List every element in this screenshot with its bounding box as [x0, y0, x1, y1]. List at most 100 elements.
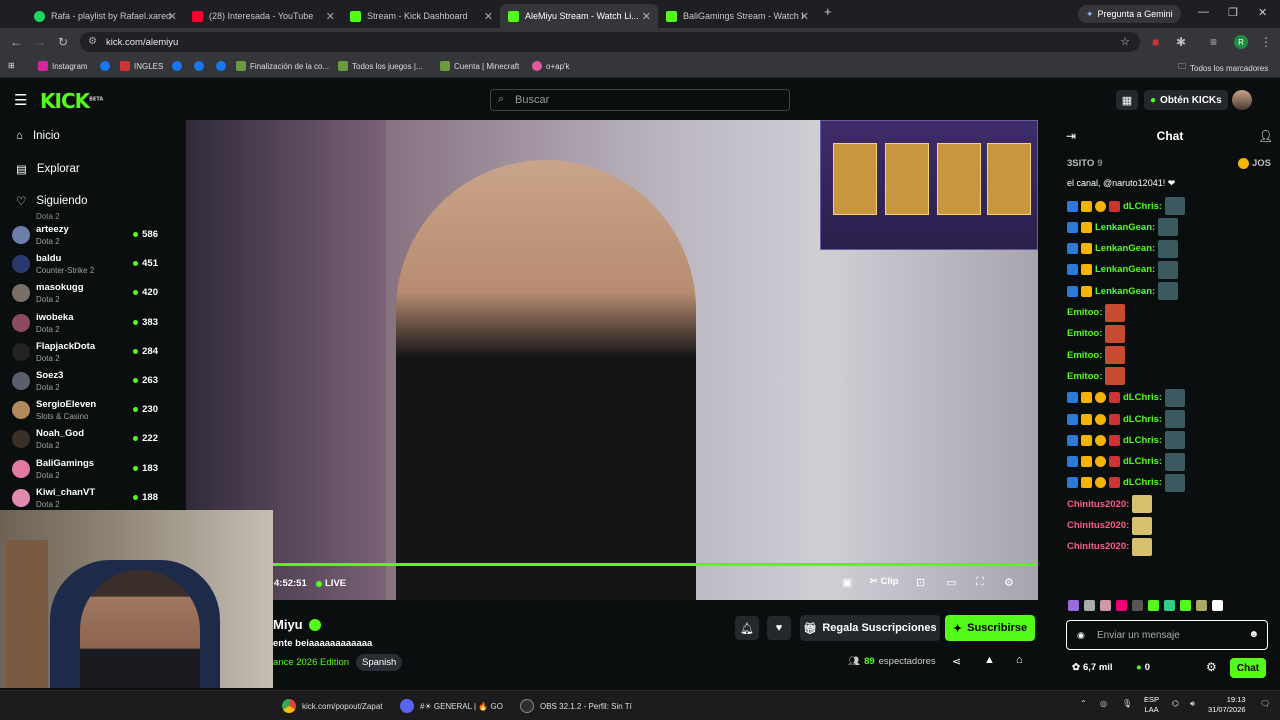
chat-username[interactable]: Emitoo:	[1067, 350, 1102, 361]
sidebar-channel[interactable]: FlapjackDota Dota 2 284	[10, 338, 170, 367]
bookmark-star-icon[interactable]: ☆	[1120, 35, 1130, 48]
close-icon[interactable]: ✕	[800, 10, 809, 23]
chat-username[interactable]: Chinitus2020:	[1067, 499, 1129, 510]
chat-username[interactable]: LenkanGean:	[1095, 264, 1155, 275]
gift-subs-button[interactable]: 🎁︎ Regala Suscripciones	[800, 615, 940, 641]
chat-message[interactable]: Chinitus2020:	[1067, 537, 1153, 556]
emoji-icon[interactable]: ☻	[1248, 629, 1259, 640]
sidebar-channel[interactable]: iwobeka Dota 2 383	[10, 309, 170, 338]
subscribe-button[interactable]: ✦ Suscribirse	[945, 615, 1035, 641]
emote-icon[interactable]	[1084, 600, 1095, 611]
chat-username[interactable]: LenkanGean:	[1095, 243, 1155, 254]
sidebar-channel[interactable]: SergioEleven Slots & Casino 230	[10, 396, 170, 425]
chat-message[interactable]: Chinitus2020:	[1067, 495, 1153, 514]
close-icon[interactable]: ✕	[484, 10, 493, 23]
bookmark-todos-juegos[interactable]: Todos los juegos |...	[338, 61, 423, 71]
chat-message[interactable]: LenkanGean:	[1067, 282, 1179, 301]
reload-icon[interactable]: ↻	[58, 35, 68, 49]
new-tab-icon[interactable]: +	[824, 4, 832, 19]
chat-username[interactable]: dLChris:	[1123, 414, 1162, 425]
sidebar-channel[interactable]: arteezy Dota 2 586	[10, 221, 170, 250]
apps-icon[interactable]: ⊞	[8, 61, 15, 70]
chat-username[interactable]: dLChris:	[1123, 456, 1162, 467]
chat-username[interactable]: Chinitus2020:	[1067, 520, 1129, 531]
clip-button[interactable]: ✂ Clip	[870, 576, 899, 587]
report-icon[interactable]: ▲	[984, 654, 995, 666]
sidebar-channel[interactable]: Noah_God Dota 2 222	[10, 425, 170, 454]
nav-explore[interactable]: ▤ Explorar	[16, 162, 80, 176]
chat-badge-icon[interactable]: ◉	[1077, 630, 1085, 641]
extensions-puzzle-icon[interactable]: ✱	[1176, 35, 1186, 49]
live-progress-bar[interactable]	[272, 563, 1038, 566]
captions-icon[interactable]: ⊡	[916, 576, 925, 589]
tab-baligamings[interactable]: BaliGamings Stream - Watch Li... ✕	[658, 4, 816, 28]
chat-message[interactable]: Emitoo:	[1067, 303, 1126, 322]
sidebar-channel[interactable]: Kiwi_chanVT Dota 2 188	[10, 484, 170, 513]
emote-icon[interactable]	[1212, 600, 1223, 611]
sidebar-channel[interactable]: Soez3 Dota 2 263	[10, 367, 170, 396]
settings-gear-icon[interactable]: ⚙	[1004, 576, 1014, 589]
chat-username[interactable]: LenkanGean:	[1095, 286, 1155, 297]
chat-send-button[interactable]: Chat	[1230, 658, 1266, 678]
language-indicator[interactable]: ESP LAA	[1144, 695, 1159, 715]
chat-message[interactable]: Chinitus2020:	[1067, 516, 1153, 535]
url-input[interactable]: ⚙ kick.com/alemiyu ☆	[80, 32, 1140, 52]
get-kicks-button[interactable]: ● Obtén KICKs	[1144, 90, 1228, 110]
bookmark-facebook[interactable]	[100, 61, 110, 71]
bookmark-facebook-2[interactable]	[172, 61, 182, 71]
notification-bell-button[interactable]: 🔔︎	[735, 616, 759, 640]
stream-category-link[interactable]: ance 2026 Edition	[273, 657, 349, 668]
pip-icon[interactable]: ▣	[842, 576, 852, 589]
bookmark-oapk[interactable]: o+ap'k	[532, 61, 570, 71]
chat-username[interactable]: Chinitus2020:	[1067, 541, 1129, 552]
chat-username[interactable]: Emitoo:	[1067, 371, 1102, 382]
taskbar-discord[interactable]: #☀ GENERAL | 🔥 GO	[400, 699, 503, 713]
nav-following[interactable]: ♡ Siguiendo	[16, 194, 87, 208]
language-tag[interactable]: Spanish	[356, 654, 403, 671]
forward-icon[interactable]: →	[34, 35, 46, 49]
chat-message[interactable]: Emitoo:	[1067, 346, 1126, 365]
chat-message-input[interactable]: ◉ Enviar un mensaje ☻	[1066, 620, 1268, 650]
maximize-icon[interactable]: ❐	[1228, 6, 1238, 19]
chat-username[interactable]: Emitoo:	[1067, 328, 1102, 339]
sidebar-channel[interactable]: masokugg Dota 2 420	[10, 279, 170, 308]
chat-message[interactable]: LenkanGean:	[1067, 239, 1179, 258]
fullscreen-icon[interactable]: ⛶	[976, 576, 984, 589]
streamer-name[interactable]: Miyu	[273, 617, 321, 632]
all-bookmarks[interactable]: 🗀 Todos los marcadores	[1178, 61, 1268, 75]
extension-icon[interactable]: ■	[1152, 35, 1159, 49]
gemini-button[interactable]: ✦ Pregunta a Gemini	[1078, 5, 1181, 23]
close-icon[interactable]: ✕	[168, 10, 177, 23]
microphone-icon[interactable]: 🎙︎	[1122, 699, 1132, 708]
tab-kick-dashboard[interactable]: Stream - Kick Dashboard ✕	[342, 4, 500, 28]
kick-logo[interactable]: KICKBETA	[40, 89, 103, 113]
chat-settings-icon[interactable]: ⚙	[1206, 660, 1217, 674]
more-options-icon[interactable]: ⌂	[1016, 654, 1023, 666]
tab-alemiyu[interactable]: AleMiyu Stream - Watch Li... ✕	[500, 4, 658, 28]
tab-spotify[interactable]: Rafa - playlist by Rafael.xared | ✕	[26, 4, 184, 28]
chat-message[interactable]: dLChris:	[1067, 452, 1186, 471]
chat-message[interactable]: LenkanGean:	[1067, 218, 1179, 237]
media-icon[interactable]: ≡	[1210, 35, 1217, 49]
nav-home[interactable]: ⌂ Inicio	[16, 130, 60, 142]
follow-heart-button[interactable]: ♥	[767, 616, 791, 640]
bookmark-facebook-3[interactable]	[194, 61, 204, 71]
bookmark-instagram[interactable]: Instagram	[38, 61, 88, 71]
emote-icon[interactable]	[1196, 600, 1207, 611]
user-avatar[interactable]	[1232, 90, 1252, 110]
tray-app-icon[interactable]: ◎	[1100, 699, 1107, 708]
chat-message[interactable]: Emitoo:	[1067, 367, 1126, 386]
sidebar-channel[interactable]: baldu Counter-Strike 2 451	[10, 250, 170, 279]
bookmark-cuenta-minecraft[interactable]: Cuenta | Minecraft	[440, 61, 519, 71]
menu-dots-icon[interactable]: ⋮	[1260, 35, 1272, 49]
clock[interactable]: 19:13 31/07/2026	[1208, 695, 1246, 715]
chat-message[interactable]: dLChris:	[1067, 431, 1186, 450]
notifications-icon[interactable]: 🗨︎	[1260, 699, 1270, 708]
profile-avatar[interactable]: R	[1234, 35, 1248, 49]
show-hidden-icons[interactable]: ⌃	[1080, 699, 1087, 708]
chat-username[interactable]: LenkanGean:	[1095, 222, 1155, 233]
volume-icon[interactable]: 🔊︎	[1190, 699, 1195, 709]
network-icon[interactable]: ⌬	[1172, 699, 1179, 708]
search-input[interactable]: ⌕ Buscar	[490, 89, 790, 111]
chat-users-icon[interactable]: 👤︎	[1258, 129, 1273, 143]
